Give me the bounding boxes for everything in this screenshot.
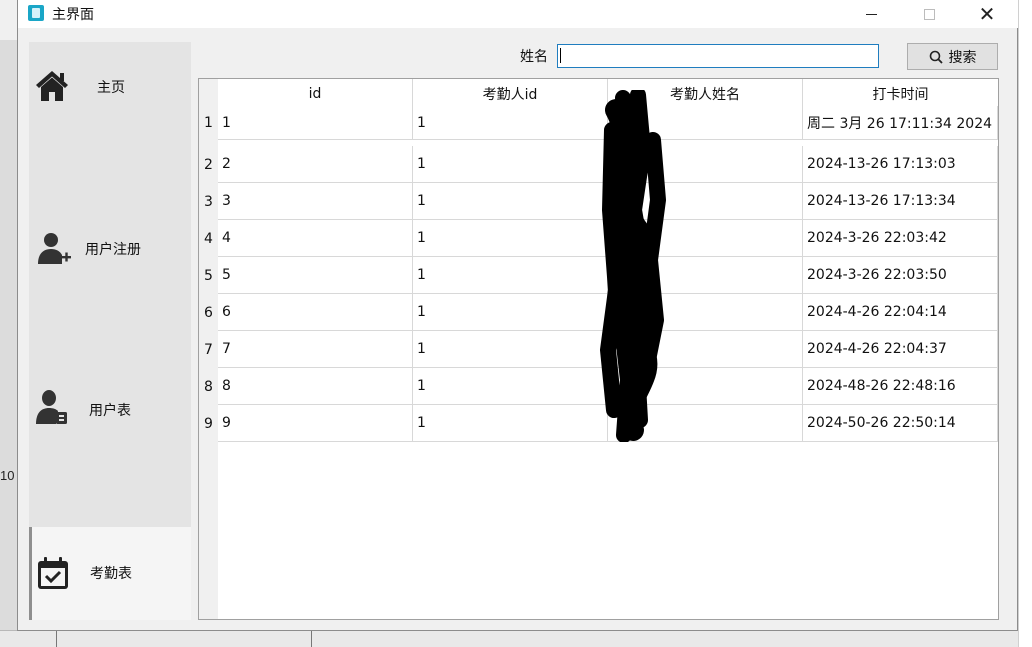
sidebar-item-label: 用户注册 xyxy=(85,242,141,258)
sidebar-item-attendance[interactable]: 考勤表 xyxy=(29,527,191,620)
close-icon: ✕ xyxy=(978,2,996,26)
cell-punch-time[interactable]: 2024-50-26 22:50:14 xyxy=(803,405,998,442)
cell-id[interactable]: 4 xyxy=(218,220,413,257)
cell-user-id[interactable]: 1 xyxy=(413,294,608,331)
background-text: 10 xyxy=(0,468,15,483)
row-number[interactable]: 7 xyxy=(199,331,218,368)
column-header-id[interactable]: id xyxy=(218,79,413,109)
home-icon xyxy=(36,71,68,101)
cell-user-id[interactable]: 1 xyxy=(413,220,608,257)
search-button[interactable]: 搜索 xyxy=(907,43,998,70)
cell-id[interactable]: 9 xyxy=(218,405,413,442)
sidebar: 主页 用户注册 用户表 考勤表 xyxy=(29,42,191,620)
row-number[interactable]: 6 xyxy=(199,294,218,331)
row-number[interactable]: 5 xyxy=(199,257,218,294)
cell-id[interactable]: 3 xyxy=(218,183,413,220)
user-badge-icon xyxy=(36,390,67,424)
calendar-check-icon xyxy=(38,557,68,589)
redaction-scribble xyxy=(600,90,666,442)
cell-user-id[interactable]: 1 xyxy=(413,183,608,220)
cell-user-id[interactable]: 1 xyxy=(413,331,608,368)
cell-id[interactable]: 6 xyxy=(218,294,413,331)
close-button[interactable]: ✕ xyxy=(964,0,1010,28)
cell-punch-time[interactable]: 2024-3-26 22:03:50 xyxy=(803,257,998,294)
name-search-input[interactable] xyxy=(557,44,879,68)
cell-punch-time[interactable]: 2024-13-26 17:13:03 xyxy=(803,146,998,183)
cell-id[interactable]: 7 xyxy=(218,331,413,368)
cell-id[interactable]: 2 xyxy=(218,146,413,183)
row-number[interactable]: 8 xyxy=(199,368,218,405)
background-window-edge xyxy=(0,40,17,647)
maximize-icon xyxy=(923,8,935,20)
app-icon xyxy=(28,5,44,21)
sidebar-item-label: 主页 xyxy=(97,80,125,96)
cell-user-id[interactable]: 1 xyxy=(413,106,608,140)
column-header-punch-time[interactable]: 打卡时间 xyxy=(803,79,998,109)
cell-user-id[interactable]: 1 xyxy=(413,146,608,183)
cell-user-id[interactable]: 1 xyxy=(413,405,608,442)
search-icon xyxy=(929,50,943,64)
cell-punch-time[interactable]: 2024-48-26 22:48:16 xyxy=(803,368,998,405)
background-window-edge-right xyxy=(1018,0,1032,647)
cell-user-id[interactable]: 1 xyxy=(413,257,608,294)
cell-punch-time[interactable]: 2024-4-26 22:04:37 xyxy=(803,331,998,368)
minimize-button[interactable] xyxy=(848,0,894,28)
row-number[interactable]: 9 xyxy=(199,405,218,442)
cell-punch-time[interactable]: 2024-3-26 22:03:42 xyxy=(803,220,998,257)
main-window: 主界面 ✕ 主页 用户注册 用户表 考勤表 姓名 搜索 id 考勤人id 考勤人… xyxy=(17,0,1018,631)
cell-punch-time[interactable]: 周二 3月 26 17:11:34 2024 xyxy=(803,106,998,140)
window-title: 主界面 xyxy=(52,7,94,23)
sidebar-item-label: 考勤表 xyxy=(90,566,132,582)
search-button-label: 搜索 xyxy=(948,49,977,66)
sidebar-item-home[interactable]: 主页 xyxy=(29,42,191,130)
sidebar-item-register[interactable]: 用户注册 xyxy=(29,207,191,287)
cell-punch-time[interactable]: 2024-4-26 22:04:14 xyxy=(803,294,998,331)
background-panel xyxy=(56,630,312,647)
sidebar-item-user-table[interactable]: 用户表 xyxy=(29,367,191,447)
cell-id[interactable]: 5 xyxy=(218,257,413,294)
cell-id[interactable]: 8 xyxy=(218,368,413,405)
row-number[interactable]: 3 xyxy=(199,183,218,220)
row-number[interactable]: 4 xyxy=(199,220,218,257)
row-number[interactable]: 2 xyxy=(199,146,218,183)
add-user-icon xyxy=(38,233,71,264)
minimize-icon xyxy=(865,13,877,15)
sidebar-item-label: 用户表 xyxy=(89,403,131,419)
maximize-button[interactable] xyxy=(906,0,952,28)
row-number[interactable]: 1 xyxy=(199,106,218,140)
column-header-user-id[interactable]: 考勤人id xyxy=(413,79,608,109)
cell-id[interactable]: 1 xyxy=(218,106,413,140)
name-label: 姓名 xyxy=(520,49,548,65)
cell-user-id[interactable]: 1 xyxy=(413,368,608,405)
title-bar[interactable]: 主界面 ✕ xyxy=(18,0,1018,28)
text-caret xyxy=(560,48,561,63)
cell-punch-time[interactable]: 2024-13-26 17:13:34 xyxy=(803,183,998,220)
